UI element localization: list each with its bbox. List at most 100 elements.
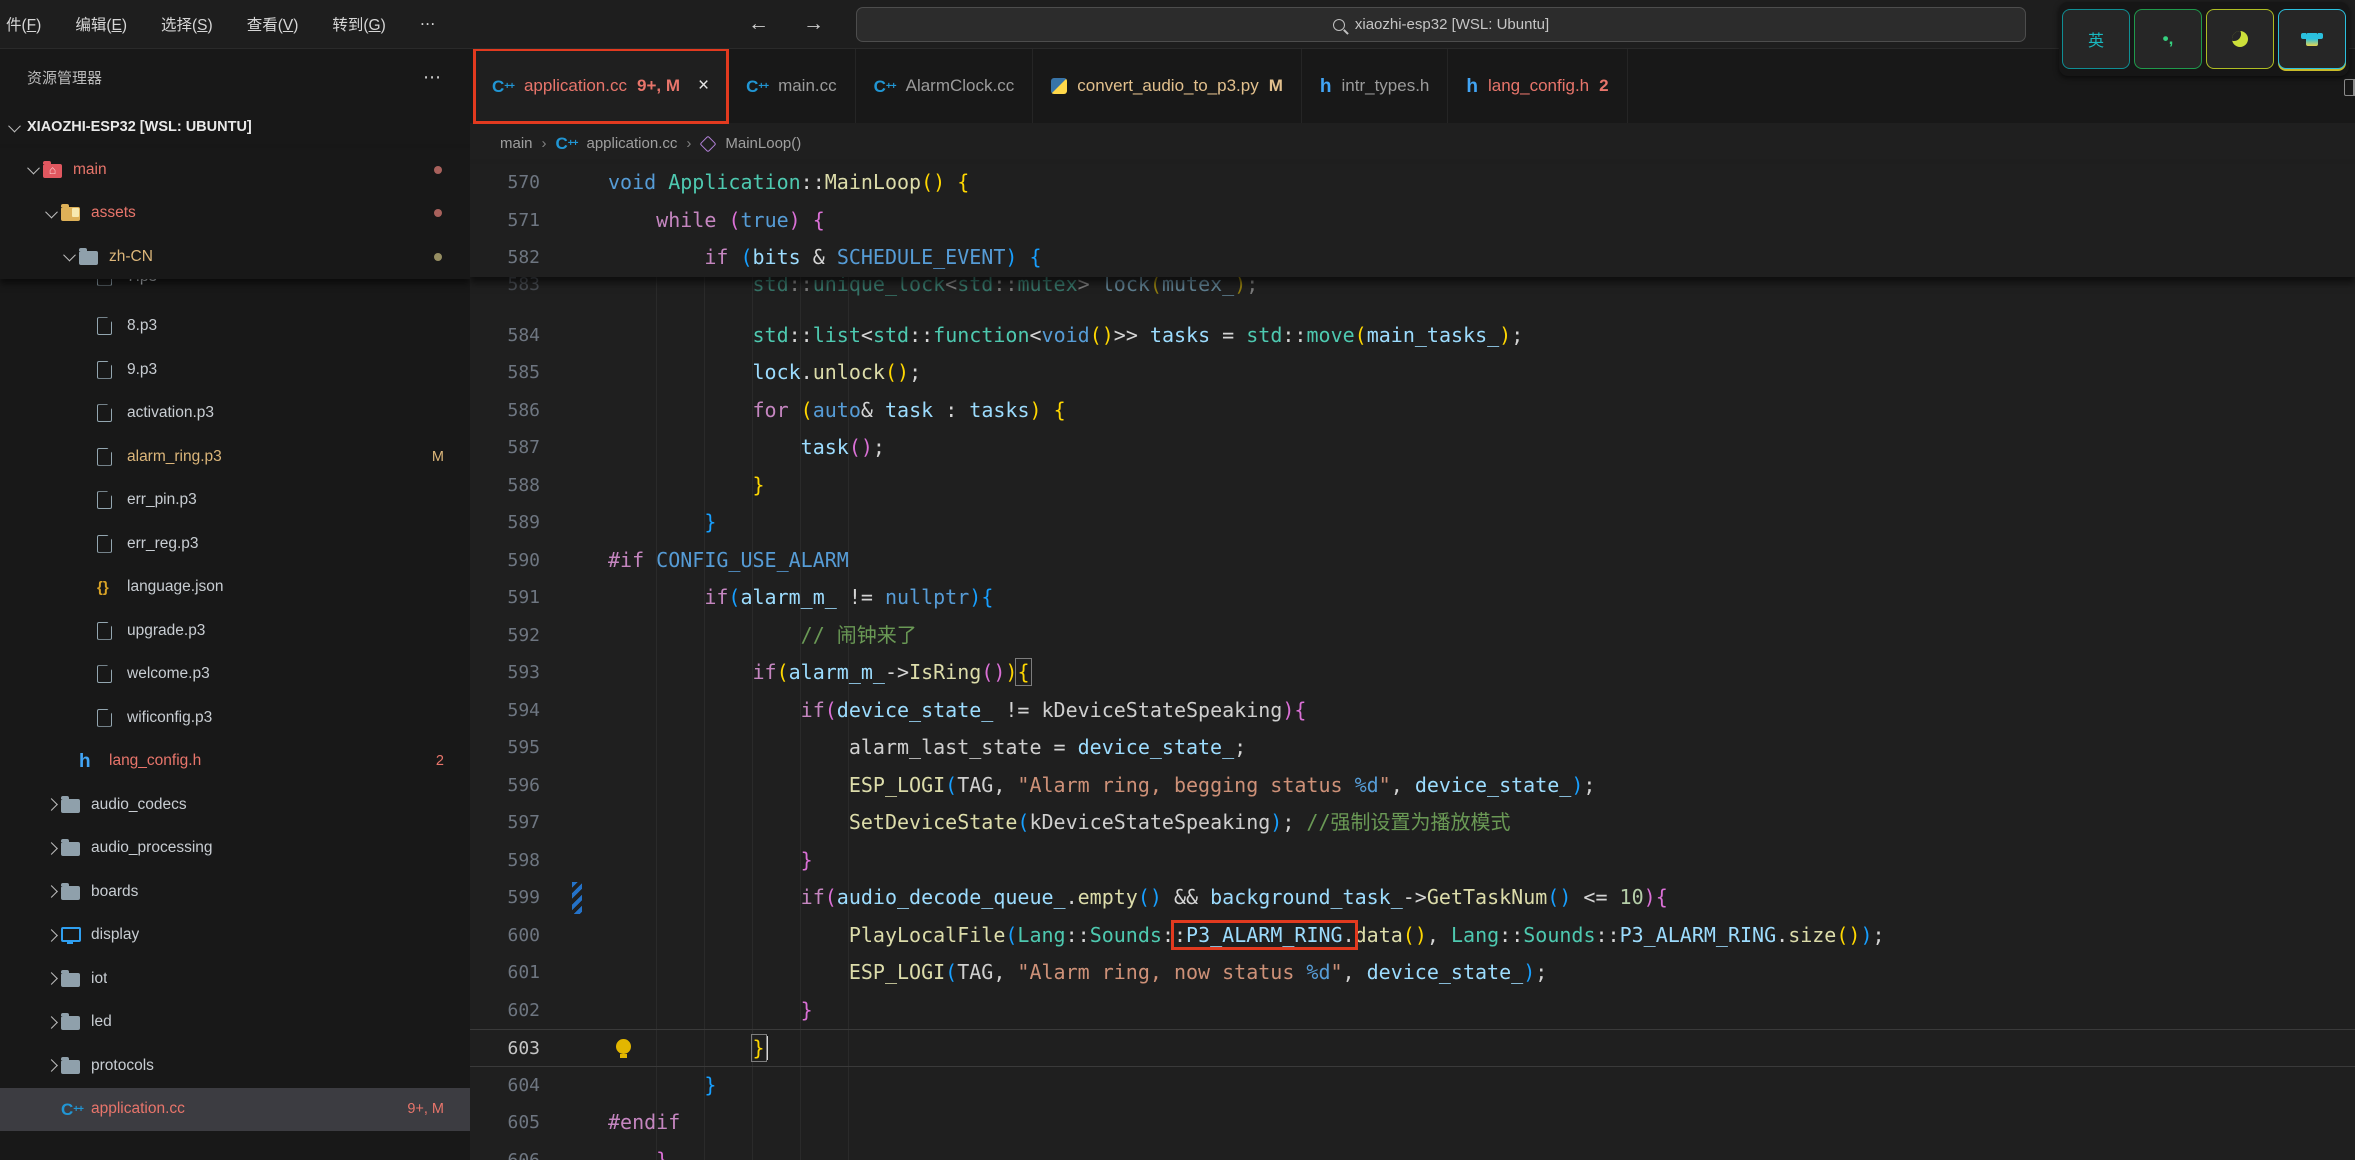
code-line-571[interactable]: 571 while (true) {: [470, 202, 2355, 240]
forward-arrow-icon[interactable]: →: [803, 12, 824, 36]
code-line-584[interactable]: 584 std::list<std::function<void()>> tas…: [470, 317, 2355, 355]
code-line-585[interactable]: 585 lock.unlock();: [470, 354, 2355, 392]
code-token: ::: [1499, 923, 1523, 947]
line-number: 586: [470, 392, 570, 430]
code-line-606[interactable]: 606 }: [470, 1142, 2355, 1160]
doc-overlay-icon: [72, 208, 79, 217]
code-token: tasks: [1150, 323, 1210, 347]
code-area[interactable]: 570void Application::MainLoop() {571 whi…: [470, 164, 2355, 1160]
tree-item-8.p3[interactable]: 8.p3: [0, 305, 470, 349]
split-editor-icon[interactable]: [2344, 79, 2355, 96]
tree-item-err_pin.p3[interactable]: err_pin.p3: [0, 479, 470, 523]
tree-item-upgrade.p3[interactable]: upgrade.p3: [0, 609, 470, 653]
explorer-more-actions-icon[interactable]: ⋯: [423, 67, 442, 88]
tree-item-7.p3[interactable]: 7.p3: [0, 279, 470, 305]
chevron-down-icon: [8, 119, 21, 132]
tree-item-iot[interactable]: iot: [0, 957, 470, 1001]
tab-application.cc[interactable]: C++application.cc9+, M×: [474, 49, 728, 123]
menu-item[interactable]: 转到(G): [332, 13, 385, 35]
code-token: ): [1571, 773, 1583, 797]
code-line-592[interactable]: 592 // 闹钟来了: [470, 617, 2355, 655]
code-line-587[interactable]: 587 task();: [470, 429, 2355, 467]
code-token: ,: [993, 773, 1017, 797]
tree-item-protocols[interactable]: protocols: [0, 1044, 470, 1088]
tree-item-audio_codecs[interactable]: audio_codecs: [0, 783, 470, 827]
icon-slot: [97, 317, 127, 335]
tree-item-lang_config.h[interactable]: hlang_config.h2: [0, 740, 470, 784]
code-line-602[interactable]: 602 }: [470, 992, 2355, 1030]
code-line-570[interactable]: 570void Application::MainLoop() {: [470, 164, 2355, 202]
code-line-599[interactable]: 599 if(audio_decode_queue_.empty() && ba…: [470, 879, 2355, 917]
code-token: ::: [1282, 323, 1306, 347]
tab-lang_config.h[interactable]: hlang_config.h2: [1448, 49, 1627, 123]
code-line-593[interactable]: 593 if(alarm_m_->IsRing()){: [470, 654, 2355, 692]
tree-item-led[interactable]: led: [0, 1001, 470, 1045]
tree-item-label: boards: [91, 883, 138, 901]
tree-item-zh-CN[interactable]: zh-CN: [0, 235, 470, 279]
code-line-590[interactable]: 590#if CONFIG_USE_ALARM: [470, 542, 2355, 580]
search-text: xiaozhi-esp32 [WSL: Ubuntu]: [1355, 16, 1549, 33]
tree-item-9.p3[interactable]: 9.p3: [0, 348, 470, 392]
code-line-597[interactable]: 597 SetDeviceState(kDeviceStateSpeaking)…: [470, 804, 2355, 842]
tree-item-boards[interactable]: boards: [0, 870, 470, 914]
breadcrumb-item-file[interactable]: application.cc: [586, 135, 677, 152]
tab-intr_types.h[interactable]: hintr_types.h: [1302, 49, 1449, 123]
code-line-605[interactable]: 605#endif: [470, 1104, 2355, 1142]
lightbulb-icon[interactable]: [616, 1039, 631, 1054]
menu-item[interactable]: 编辑(E): [75, 13, 127, 35]
breadcrumb-item-symbol[interactable]: MainLoop(): [725, 135, 801, 152]
tree-item-wificonfig.p3[interactable]: wificonfig.p3: [0, 696, 470, 740]
gutter-marker-slot: [570, 729, 592, 767]
tree-item-activation.p3[interactable]: activation.p3: [0, 392, 470, 436]
code-line-588[interactable]: 588 }: [470, 467, 2355, 505]
menu-item[interactable]: ⋯: [420, 15, 436, 34]
menu-item[interactable]: 件(F): [6, 13, 41, 35]
back-arrow-icon[interactable]: ←: [748, 12, 769, 36]
code-line-586[interactable]: 586 for (auto& task : tasks) {: [470, 392, 2355, 430]
menu-item[interactable]: 查看(V): [247, 13, 299, 35]
ime-skin-shirt-icon[interactable]: [2278, 9, 2346, 69]
code-line-595[interactable]: 595 alarm_last_state = device_state_;: [470, 729, 2355, 767]
tree-item-err_reg.p3[interactable]: err_reg.p3: [0, 522, 470, 566]
ime-fullwidth-moon-icon[interactable]: [2206, 9, 2274, 69]
tree-item-application.cc[interactable]: C++application.cc9+, M: [0, 1088, 470, 1132]
tab-main.cc[interactable]: C++main.cc: [728, 49, 856, 123]
ime-language-toggle-icon[interactable]: 英: [2062, 9, 2130, 69]
code-line-604[interactable]: 604 }: [470, 1067, 2355, 1105]
tree-item-language.json[interactable]: {}language.json: [0, 566, 470, 610]
project-root-item[interactable]: XIAOZHI-ESP32 [WSL: UBUNTU]: [0, 106, 470, 148]
code-text: alarm_last_state = device_state_;: [592, 729, 1246, 767]
tree-item-main[interactable]: ⌂main: [0, 148, 470, 192]
code-token: }: [801, 998, 813, 1022]
code-line-600[interactable]: 600 PlayLocalFile(Lang::Sounds::P3_ALARM…: [470, 917, 2355, 955]
close-icon[interactable]: ×: [698, 75, 709, 97]
menu-item[interactable]: 选择(S): [161, 13, 213, 35]
tree-item-label: err_pin.p3: [127, 491, 197, 509]
tree-item-audio_processing[interactable]: audio_processing: [0, 827, 470, 871]
code-line-603[interactable]: 603 }: [470, 1029, 2355, 1067]
icon-slot: h: [79, 752, 109, 771]
tree-item-welcome.p3[interactable]: welcome.p3: [0, 653, 470, 697]
breadcrumb-item-main[interactable]: main: [500, 135, 533, 152]
code-line-601[interactable]: 601 ESP_LOGI(TAG, "Alarm ring, now statu…: [470, 954, 2355, 992]
code-line-591[interactable]: 591 if(alarm_m_ != nullptr){: [470, 579, 2355, 617]
code-token: (: [825, 885, 837, 909]
code-text: }: [592, 1142, 668, 1160]
tab-AlarmClock.cc[interactable]: C++AlarmClock.cc: [856, 49, 1034, 123]
tab-convert_audio_to_p3.py[interactable]: convert_audio_to_p3.pyM: [1033, 49, 1302, 123]
code-token: P3_ALARM_RING: [1186, 923, 1343, 947]
code-token: [789, 398, 801, 422]
tree-item-assets[interactable]: assets: [0, 192, 470, 236]
code-line-582[interactable]: 582 if (bits & SCHEDULE_EVENT) {: [470, 239, 2355, 277]
search-input[interactable]: xiaozhi-esp32 [WSL: Ubuntu]: [856, 7, 2026, 42]
tree-item-alarm_ring.p3[interactable]: alarm_ring.p3M: [0, 435, 470, 479]
gutter-marker-slot: [570, 879, 592, 917]
code-line-596[interactable]: 596 ESP_LOGI(TAG, "Alarm ring, begging s…: [470, 767, 2355, 805]
tree-item-display[interactable]: display: [0, 914, 470, 958]
code-line-589[interactable]: 589 }: [470, 504, 2355, 542]
code-line-594[interactable]: 594 if(device_state_ != kDeviceStateSpea…: [470, 692, 2355, 730]
gutter-marker-slot: [570, 842, 592, 880]
code-line-583[interactable]: 583 std::unique_lock<std::mutex> lock(mu…: [470, 277, 2355, 317]
code-line-598[interactable]: 598 }: [470, 842, 2355, 880]
ime-punctuation-icon[interactable]: •,: [2134, 9, 2202, 69]
